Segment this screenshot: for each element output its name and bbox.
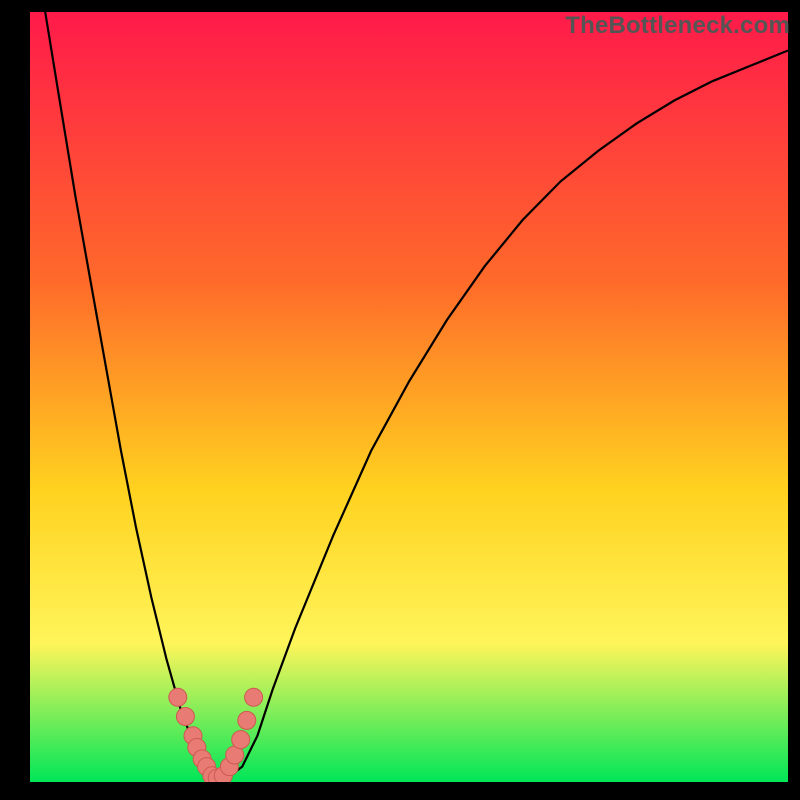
gradient-background (30, 12, 788, 782)
marker-point (238, 711, 256, 729)
bottleneck-chart (30, 12, 788, 782)
marker-point (176, 708, 194, 726)
watermark-label: TheBottleneck.com (565, 12, 790, 40)
marker-point (232, 731, 250, 749)
chart-frame: TheBottleneck.com (0, 0, 800, 800)
marker-point (169, 688, 187, 706)
marker-point (245, 688, 263, 706)
plot-area (30, 12, 788, 782)
